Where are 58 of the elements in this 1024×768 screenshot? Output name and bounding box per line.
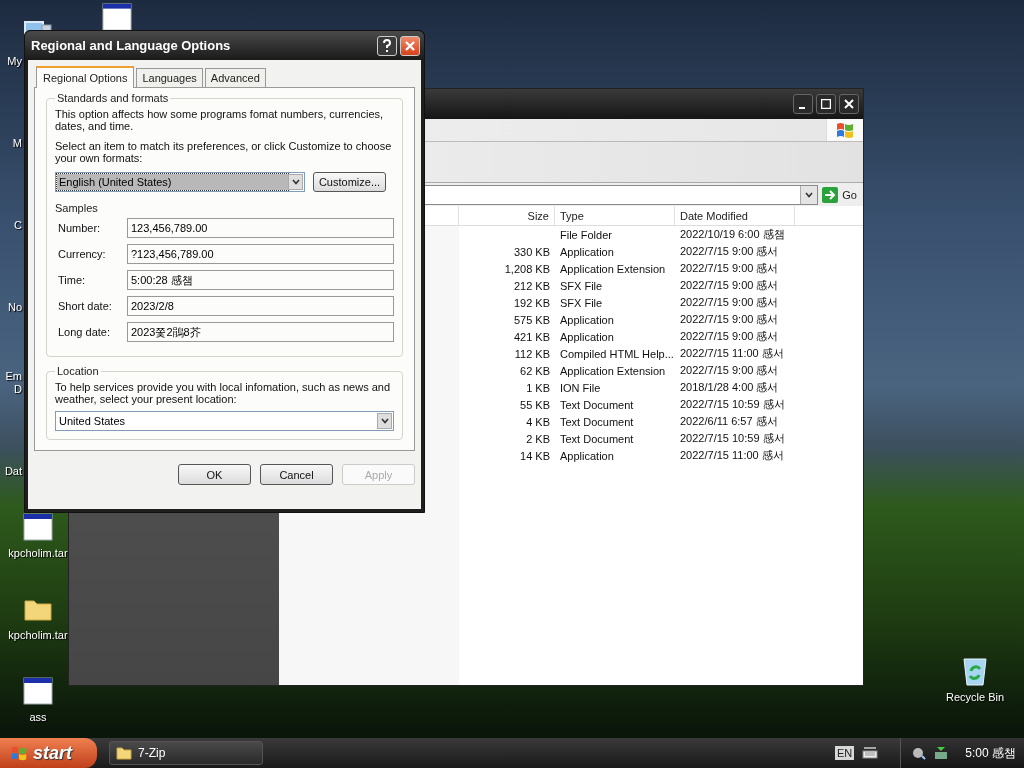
date-modified: 2022/7/15 9:00 感서 <box>680 278 779 293</box>
file-size: 4 KB <box>526 415 550 428</box>
file-type: Text Document <box>560 432 634 445</box>
sample-field: 123,456,789.00 <box>127 218 394 238</box>
file-type: Text Document <box>560 415 634 428</box>
date-modified: 2022/7/15 9:00 感서 <box>680 244 779 259</box>
date-modified: 2022/7/15 9:00 感서 <box>680 329 779 344</box>
sample-field: 5:00:28 感챔 <box>127 270 394 290</box>
file-size: 112 KB <box>514 347 550 360</box>
date-modified: 2022/7/15 10:59 感서 <box>680 431 785 446</box>
file-size: 421 KB <box>513 330 550 343</box>
date-modified: 2022/7/15 11:00 感서 <box>680 346 784 361</box>
file-type: Application <box>560 449 614 462</box>
prompt-text: Select an item to match its preferences, or click Customize to choose your own formats: <box>55 140 393 164</box>
sample-field: 2023/2/8 <box>127 296 394 316</box>
file-type: SFX File <box>560 279 603 292</box>
date-modified: 2022/7/15 10:59 感서 <box>680 397 785 412</box>
date-modified: 2022/7/15 9:00 感서 <box>680 261 779 276</box>
window-title: Regional and Language Options <box>30 38 232 53</box>
file-size: 575 KB <box>513 313 550 326</box>
file-size: 212 KB <box>513 279 550 292</box>
date-modified: 2018/1/28 4:00 感서 <box>680 380 779 395</box>
file-size: 330 KB <box>513 245 550 258</box>
date-modified: 2022/6/11 6:57 感서 <box>680 414 778 429</box>
file-type: ION File <box>560 381 601 394</box>
sample-field: 2023쫓2鵑8芥 <box>127 322 394 342</box>
group-title: Location <box>56 365 100 377</box>
file-size: 1 KB <box>526 381 550 394</box>
file-type: Application Extension <box>560 364 666 377</box>
file-type: SFX File <box>560 296 603 309</box>
sample-label: Currency: <box>57 248 107 260</box>
group-title: Standards and formats <box>56 92 170 104</box>
date-modified: 2022/7/15 9:00 感서 <box>680 312 779 327</box>
file-type: Application <box>560 245 614 258</box>
date-modified: 2022/10/19 6:00 感챔 <box>680 227 785 242</box>
file-type: File Folder <box>560 228 612 241</box>
file-size: 1,208 KB <box>504 262 550 275</box>
date-modified: 2022/7/15 9:00 感서 <box>680 295 779 310</box>
sample-label: Short date: <box>57 300 113 312</box>
file-size: 14 KB <box>520 449 550 462</box>
sample-label: Number: <box>57 222 102 234</box>
date-modified: 2022/7/15 11:00 感서 <box>680 448 784 463</box>
file-type: Application <box>560 330 614 343</box>
file-size: 192 KB <box>513 296 550 309</box>
file-size: 55 KB <box>520 398 550 411</box>
group-title: Samples <box>55 202 99 214</box>
file-size: 62 KB <box>520 364 550 377</box>
sample-label: Time: <box>57 274 87 286</box>
file-type: Compiled HTML Help... <box>560 347 674 360</box>
file-type: Application Extension <box>560 262 666 275</box>
description-text: This option affects how some programs fomat numbers, currencies, dates, and time. <box>55 108 385 132</box>
file-size: 2 KB <box>526 432 550 445</box>
description-text: To help services provide you with local infomation, such as news and weather, select your present location: <box>55 381 392 405</box>
file-type: Text Document <box>560 398 634 411</box>
sample-field: ?123,456,789.00 <box>127 244 394 264</box>
date-modified: 2022/7/15 9:00 感서 <box>680 363 779 378</box>
file-type: Application <box>560 313 614 326</box>
sample-label: Long date: <box>57 326 111 338</box>
